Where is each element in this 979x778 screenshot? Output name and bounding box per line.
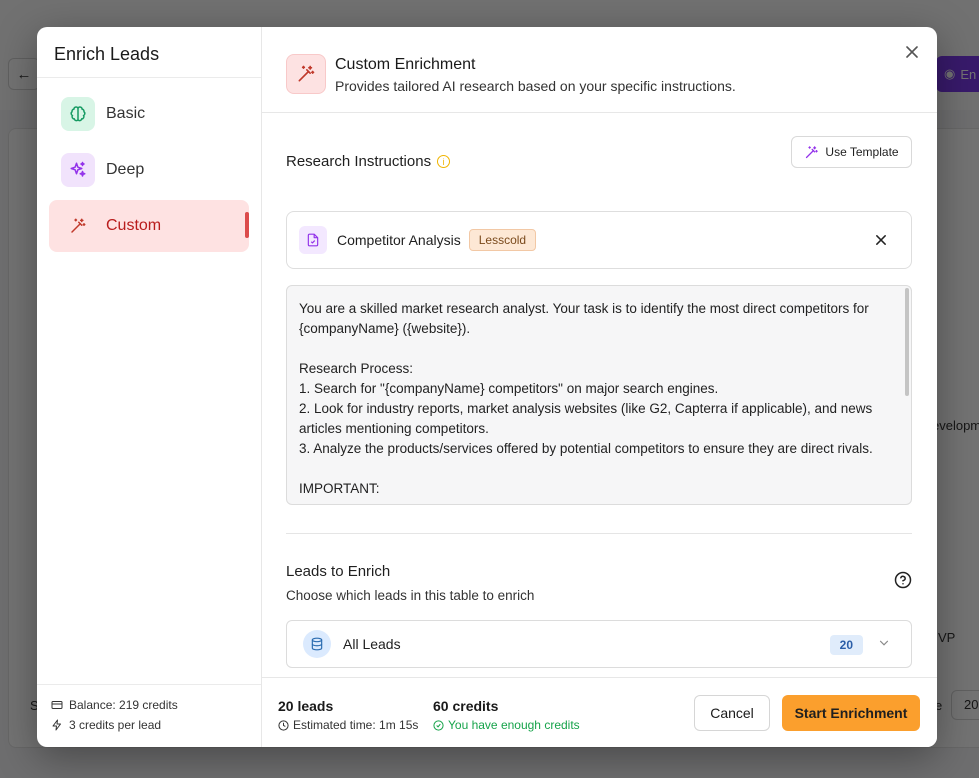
enrich-sidebar: Enrich Leads Basic Deep Custom Balance: … [37,27,262,747]
instructions-text: You are a skilled market research analys… [299,301,873,496]
document-check-icon [299,226,327,254]
sidebar-item-label: Custom [106,217,162,234]
sidebar-item-basic[interactable]: Basic [49,88,249,140]
modal-title: Enrich Leads [37,27,261,78]
magic-wand-icon [61,209,95,243]
estimated-time-text: Estimated time: 1m 15s [293,718,419,732]
sidebar-item-custom[interactable]: Custom [49,200,249,252]
template-badge: Lesscold [468,229,537,251]
sidebar-item-deep[interactable]: Deep [49,144,249,196]
instructions-textarea[interactable]: You are a skilled market research analys… [286,285,912,505]
research-label-text: Research Instructions [286,153,432,170]
info-icon[interactable]: i [437,155,451,168]
section-divider [286,533,912,534]
close-button[interactable] [902,42,922,62]
selected-template-card: Competitor Analysis Lesscold [286,211,912,269]
sidebar-item-label: Basic [106,105,146,122]
clock-icon [278,719,289,731]
brain-icon [61,97,95,131]
enrichment-subtitle: Provides tailored AI research based on y… [335,78,736,94]
check-circle-icon [433,719,444,731]
credit-card-icon [51,701,63,709]
modal-footer: 20 leads Estimated time: 1m 15s 60 credi… [262,677,937,747]
sidebar-item-label: Deep [106,161,145,178]
sparkles-icon [61,153,95,187]
help-icon[interactable] [894,571,912,589]
leads-count-text: 20 leads [278,698,334,714]
magic-wand-icon [286,54,326,94]
leads-stat: 20 leads Estimated time: 1m 15s [278,698,418,732]
credits-text: 60 credits [433,698,499,714]
start-enrichment-button[interactable]: Start Enrichment [782,695,920,731]
enrich-main-panel: Custom Enrichment Provides tailored AI r… [262,27,937,747]
cancel-button[interactable]: Cancel [694,695,770,731]
leads-section-title: Leads to Enrich [286,563,391,580]
balance-text: Balance: 219 credits [69,698,178,712]
credit-summary: Balance: 219 credits 3 credits per lead [37,684,261,747]
enrichment-title: Custom Enrichment [335,56,476,73]
enrichment-content: Research Instructions i Use Template Com… [286,113,912,668]
instructions-scrollbar[interactable] [905,288,909,396]
credits-per-lead-text: 3 credits per lead [69,718,162,732]
remove-template-button[interactable] [871,230,891,250]
template-name: Competitor Analysis [337,232,461,248]
lightning-icon [52,719,61,731]
enrichment-type-list: Basic Deep Custom [37,78,261,252]
chevron-down-icon [879,640,889,646]
credits-stat: 60 credits You have enough credits [433,698,580,732]
close-icon [876,235,886,245]
research-instructions-label: Research Instructions i [286,153,451,170]
leads-count-badge: 20 [829,635,863,655]
use-template-button[interactable]: Use Template [791,136,912,168]
leads-selector[interactable]: All Leads 20 [286,620,912,668]
use-template-label: Use Template [825,145,899,159]
credits-status-text: You have enough credits [448,718,580,732]
research-instructions-row: Research Instructions i Use Template [286,113,912,183]
database-icon [303,630,331,658]
leads-selected-label: All Leads [343,636,401,652]
enrichment-header: Custom Enrichment Provides tailored AI r… [262,27,937,113]
leads-section-subtitle: Choose which leads in this table to enri… [286,588,535,603]
enrich-leads-modal: Enrich Leads Basic Deep Custom Balance: … [37,27,937,747]
magic-wand-icon [806,145,819,158]
close-icon [906,46,918,58]
